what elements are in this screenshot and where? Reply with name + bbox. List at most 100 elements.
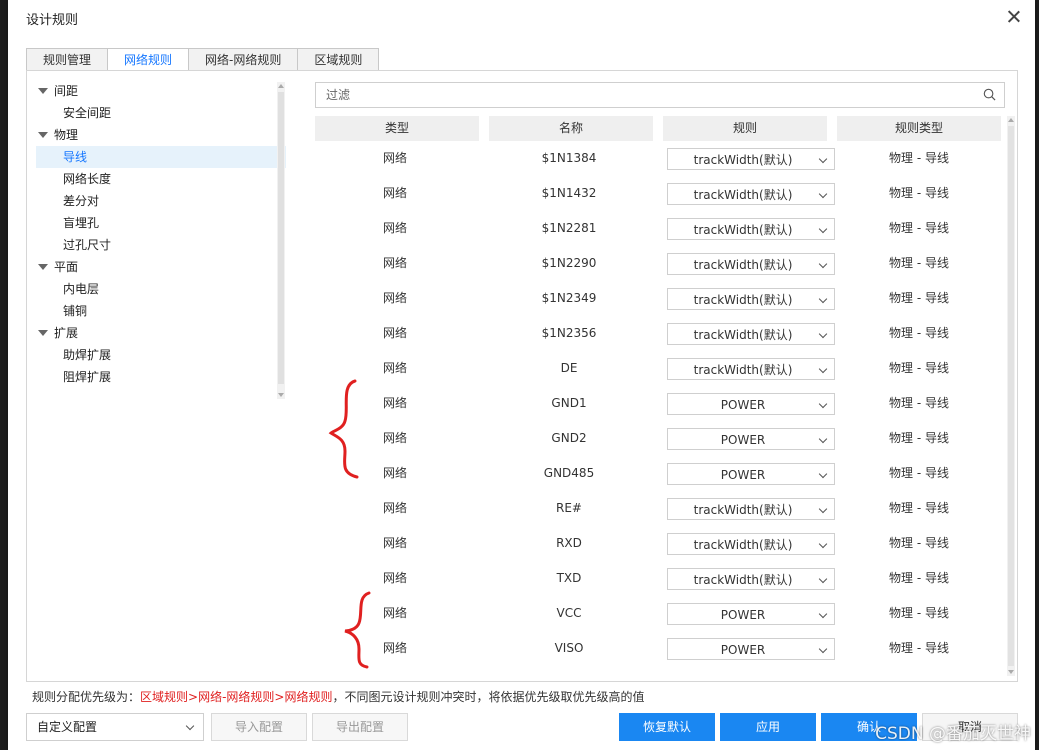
rule-select[interactable]: trackWidth(默认): [667, 568, 835, 590]
apply-button[interactable]: 应用: [720, 713, 816, 741]
caret-down-icon[interactable]: [38, 330, 48, 336]
caret-down-icon[interactable]: [38, 88, 48, 94]
caret-down-icon[interactable]: [38, 132, 48, 138]
cell-name: RXD: [556, 536, 582, 550]
tree-group[interactable]: 间距: [36, 80, 286, 102]
tree-label: 扩展: [54, 326, 79, 340]
header-type[interactable]: 类型: [315, 116, 479, 141]
cell-name: $1N2349: [541, 291, 597, 305]
table-row: 网络 VCC POWER 物理 - 导线: [315, 596, 1015, 631]
table-header: 类型 名称 规则 规则类型: [315, 116, 1015, 141]
chevron-down-icon: [818, 294, 828, 304]
scroll-down-icon[interactable]: [278, 393, 284, 397]
tab-bar: 规则管理 网络规则 网络-网络规则 区域规则: [26, 48, 380, 71]
rule-select[interactable]: trackWidth(默认): [667, 533, 835, 555]
cell-name: $1N1432: [541, 186, 597, 200]
tab-3[interactable]: 区域规则: [297, 48, 380, 71]
rule-select[interactable]: trackWidth(默认): [667, 498, 835, 520]
rules-panel: 间距安全间距物理导线网络长度 差分对盲埋孔过孔尺寸平面内电层铺铜扩展助焊扩展 阻焊扩…: [26, 70, 1018, 682]
restore-default-button[interactable]: 恢复默认: [619, 713, 715, 741]
rule-select[interactable]: trackWidth(默认): [667, 218, 835, 240]
tree-item[interactable]: 差分对: [36, 190, 286, 212]
tab-1[interactable]: 网络规则: [107, 48, 190, 71]
tree-group[interactable]: 物理: [36, 124, 286, 146]
rule-select-value: trackWidth(默认): [693, 538, 793, 552]
cell-type: 网络: [382, 256, 407, 270]
tree-label: 平面: [54, 260, 79, 274]
tree-item[interactable]: 助焊扩展: [36, 344, 286, 366]
rule-select[interactable]: trackWidth(默认): [667, 148, 835, 170]
table-scrollbar[interactable]: [1007, 116, 1015, 676]
rule-select[interactable]: trackWidth(默认): [667, 183, 835, 205]
header-rule[interactable]: 规则: [663, 116, 827, 141]
config-select-value: 自定义配置: [37, 720, 98, 734]
tree-label: 间距: [54, 84, 79, 98]
import-config-button[interactable]: 导入配置: [211, 713, 307, 741]
tab-0[interactable]: 规则管理: [26, 48, 109, 71]
header-rule-type[interactable]: 规则类型: [837, 116, 1001, 141]
rule-select[interactable]: trackWidth(默认): [667, 253, 835, 275]
caret-down-icon[interactable]: [38, 264, 48, 270]
scroll-down-icon[interactable]: [1008, 670, 1014, 674]
chevron-down-icon: [818, 574, 828, 584]
rule-select-value: POWER: [720, 468, 766, 482]
tree-item[interactable]: 导线: [36, 146, 286, 168]
tree-group[interactable]: 平面: [36, 256, 286, 278]
rule-select[interactable]: POWER: [667, 393, 835, 415]
tree-item[interactable]: 网络长度: [36, 168, 286, 190]
tree-label: 导线: [63, 150, 88, 164]
chevron-down-icon: [818, 609, 828, 619]
tree-item[interactable]: 安全间距: [36, 102, 286, 124]
tree-item[interactable]: 过孔尺寸: [36, 234, 286, 256]
cell-name: GND1: [551, 396, 587, 410]
tree-label: 盲埋孔: [63, 216, 100, 230]
cell-name: $1N1384: [541, 151, 597, 165]
cell-type: 网络: [382, 221, 407, 235]
cell-rule-type: 物理 - 导线: [889, 431, 949, 445]
rule-select-value: POWER: [720, 608, 766, 622]
tree-item[interactable]: 内电层: [36, 278, 286, 300]
table-row: 网络 RXD trackWidth(默认) 物理 - 导线: [315, 526, 1015, 561]
rule-select[interactable]: trackWidth(默认): [667, 323, 835, 345]
chevron-down-icon: [818, 154, 828, 164]
cell-type: 网络: [382, 186, 407, 200]
scroll-up-icon[interactable]: [1008, 118, 1014, 122]
rule-select[interactable]: POWER: [667, 603, 835, 625]
design-rules-dialog: 设计规则 规则管理 网络规则 网络-网络规则 区域规则 间距 安全间距 物理 导线 网络长度差…: [8, 0, 1035, 750]
tree-item[interactable]: 阻焊扩展: [36, 366, 286, 388]
rule-select[interactable]: POWER: [667, 463, 835, 485]
scroll-thumb[interactable]: [1008, 126, 1014, 666]
tree-group[interactable]: 扩展: [36, 322, 286, 344]
rule-select[interactable]: trackWidth(默认): [667, 288, 835, 310]
rule-select[interactable]: trackWidth(默认): [667, 358, 835, 380]
tab-2[interactable]: 网络-网络规则: [188, 48, 299, 71]
tree-label: 内电层: [63, 282, 100, 296]
tree-label: 安全间距: [63, 106, 112, 120]
search-icon[interactable]: [983, 88, 996, 101]
tree-label: 物理: [54, 128, 79, 142]
scroll-up-icon[interactable]: [278, 84, 284, 88]
table-row: 网络 $1N2290 trackWidth(默认) 物理 - 导线: [315, 246, 1015, 281]
cell-rule-type: 物理 - 导线: [889, 361, 949, 375]
tree-scrollbar[interactable]: [277, 82, 285, 399]
tree-item[interactable]: 盲埋孔: [36, 212, 286, 234]
cell-name: DE: [560, 361, 578, 375]
rule-select-value: trackWidth(默认): [693, 258, 793, 272]
table-row: 网络 VISO POWER 物理 - 导线: [315, 631, 1015, 666]
rule-select-value: POWER: [720, 433, 766, 447]
rule-select[interactable]: POWER: [667, 638, 835, 660]
tree-item[interactable]: 铺铜: [36, 300, 286, 322]
cell-type: 网络: [382, 326, 407, 340]
rule-select-value: trackWidth(默认): [693, 503, 793, 517]
note-priority: 区域规则>网络-网络规则>网络规则: [140, 690, 333, 704]
rule-select[interactable]: POWER: [667, 428, 835, 450]
config-select[interactable]: 自定义配置: [26, 713, 204, 741]
cell-rule-type: 物理 - 导线: [889, 606, 949, 620]
scroll-thumb[interactable]: [278, 92, 284, 384]
cell-name: $1N2290: [541, 256, 597, 270]
cell-type: 网络: [382, 536, 407, 550]
close-icon[interactable]: [1005, 8, 1023, 26]
filter-input[interactable]: [316, 83, 968, 107]
export-config-button[interactable]: 导出配置: [312, 713, 408, 741]
header-name[interactable]: 名称: [489, 116, 653, 141]
